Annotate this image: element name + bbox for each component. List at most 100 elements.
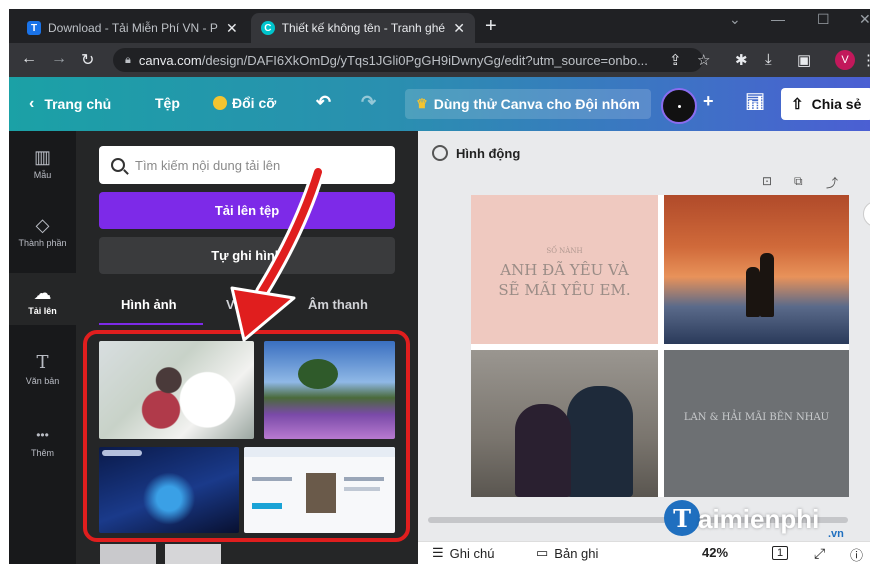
editor-footer: ☰ Ghi chú ▭ Bản ghi 42% 1 ⤢ ⓘ xyxy=(418,541,870,564)
side-expand-handle[interactable] xyxy=(863,201,870,227)
camera-icon: ▭ xyxy=(536,545,549,560)
insights-chart-icon[interactable]: 📊︎ xyxy=(745,92,765,112)
rail-label: Văn bản xyxy=(25,376,60,386)
design-page[interactable]: SỐ NÀNH ANH ĐÃ YÊU VÀ SẼ MÃI YÊU EM. LAN… xyxy=(471,195,849,497)
recording-button[interactable]: ▭ Bản ghi xyxy=(536,545,598,561)
close-tab-icon[interactable]: ✕ xyxy=(226,20,238,37)
maximize-icon[interactable]: ☐ xyxy=(817,11,830,28)
add-member-button[interactable]: + xyxy=(703,91,714,112)
uploaded-image-partial[interactable] xyxy=(165,544,221,564)
trial-label: Dùng thử Canva cho Đội nhóm xyxy=(433,96,640,112)
undo-icon[interactable]: ↶ xyxy=(316,92,331,113)
zoom-level[interactable]: 42% xyxy=(702,545,728,560)
coin-icon xyxy=(213,96,227,110)
uploaded-image-partial[interactable] xyxy=(100,544,156,564)
crown-icon: ♛ xyxy=(416,96,428,111)
chevron-left-icon: ‹ xyxy=(29,95,35,112)
url-path: /design/DAFI6XkOmDg/yTqs1JGli0PgGH9iDwny… xyxy=(201,52,648,68)
cloud-upload-icon: ☁ xyxy=(33,283,52,303)
canva-favicon-icon: C xyxy=(261,21,275,35)
person-shape xyxy=(515,404,571,497)
animate-icon xyxy=(432,145,448,161)
notes-label: Ghi chú xyxy=(449,545,495,561)
browser-tab-bar: T Download - Tải Miễn Phí VN - Ph ✕ C Th… xyxy=(9,9,870,43)
cell-quote-line: ANH ĐÃ YÊU VÀ xyxy=(500,261,629,279)
rail-label: Thêm xyxy=(30,448,54,458)
rail-item-more[interactable]: ••• Thêm xyxy=(9,425,76,465)
canva-header: ‹ Trang chủ Tệp Đổi cỡ ↶ ↷ ♛ Dùng thử Ca… xyxy=(9,77,870,131)
file-menu-button[interactable]: Tệp xyxy=(155,95,180,111)
browser-tab-canva[interactable]: C Thiết kế không tên - Tranh ghép ✕ xyxy=(251,13,475,43)
collage-photo-couple-embrace[interactable] xyxy=(471,350,658,497)
cell-quote-line: SẼ MÃI YÊU EM. xyxy=(498,281,631,299)
lock-icon: 🔒︎ xyxy=(125,53,131,66)
home-button[interactable]: ‹ Trang chủ xyxy=(29,95,111,113)
collage-text-cell[interactable]: LAN & HẢI MÃI BÊN NHAU xyxy=(664,350,849,497)
url-host: canva.com xyxy=(138,52,202,68)
rail-item-text[interactable]: T Văn bản xyxy=(9,353,76,393)
page-count[interactable]: 1 xyxy=(772,546,789,560)
resize-button[interactable]: Đổi cỡ xyxy=(213,95,276,111)
user-avatar[interactable] xyxy=(661,88,697,124)
profile-avatar[interactable]: V xyxy=(835,50,855,70)
rail-item-elements[interactable]: ◇ Thành phần xyxy=(9,215,76,255)
close-tab-icon[interactable]: ✕ xyxy=(453,20,465,37)
animate-button[interactable]: Hình động xyxy=(432,145,520,161)
cell-caption: LAN & HẢI MÃI BÊN NHAU xyxy=(683,412,830,423)
collage-photo-sunset-couple[interactable] xyxy=(664,195,849,344)
watermark-logo: T aimienphi .vn xyxy=(664,500,864,542)
search-placeholder: Tìm kiếm nội dung tải lên xyxy=(135,157,281,173)
silhouette-shape xyxy=(760,253,774,317)
url-field[interactable]: 🔒︎ canva.com/design/DAFI6XkOmDg/yTqs1JGl… xyxy=(113,48,703,72)
notes-button[interactable]: ☰ Ghi chú xyxy=(432,545,494,561)
reload-icon[interactable]: ↻ xyxy=(81,50,94,70)
back-icon[interactable]: ← xyxy=(21,50,37,68)
download-favicon-icon: T xyxy=(27,21,41,35)
close-window-icon[interactable]: ✕ xyxy=(859,11,870,28)
lock-page-icon[interactable]: ⊡ xyxy=(762,174,772,188)
rail-label: Tải lên xyxy=(28,306,57,316)
silhouette-shape xyxy=(746,267,760,317)
download-icon[interactable]: ⤓ xyxy=(765,51,772,68)
search-input[interactable]: Tìm kiếm nội dung tải lên xyxy=(99,146,395,184)
tab-videos[interactable]: Video xyxy=(226,297,261,312)
rail-item-uploads[interactable]: ☁ Tải lên xyxy=(9,273,76,325)
person-shape xyxy=(567,386,633,497)
share-button[interactable]: ⇧ Chia sẻ xyxy=(781,88,870,120)
watermark-suffix: .vn xyxy=(828,528,844,540)
share-page-icon[interactable]: ⇪ xyxy=(669,51,682,69)
rail-label: Mẫu xyxy=(33,170,52,180)
recording-label: Bản ghi xyxy=(554,545,599,561)
extensions-icon[interactable]: ✱ xyxy=(735,51,748,69)
menu-icon[interactable]: ⋮ xyxy=(861,51,870,69)
notes-icon: ☰ xyxy=(432,545,444,560)
record-yourself-button[interactable]: Tự ghi hình xyxy=(99,237,395,274)
templates-icon: ▥ xyxy=(33,147,51,167)
tab-audio[interactable]: Âm thanh xyxy=(308,297,368,312)
uploads-panel: Tìm kiếm nội dung tải lên Tải lên tệp Tự… xyxy=(76,131,418,564)
canvas-area: Hình động ⊡ ⧉ ⤴ SỐ NÀNH ANH ĐÃ YÊU VÀ SẼ… xyxy=(418,131,870,541)
team-trial-button[interactable]: ♛ Dùng thử Canva cho Đội nhóm xyxy=(405,89,651,119)
duplicate-page-icon[interactable]: ⧉ xyxy=(794,174,803,189)
new-tab-button[interactable]: + xyxy=(485,15,497,38)
side-rail: ▥ Mẫu ◇ Thành phần ☁ Tải lên T Văn bản •… xyxy=(9,131,76,564)
bookmark-star-icon[interactable]: ☆ xyxy=(697,51,710,69)
upload-files-button[interactable]: Tải lên tệp xyxy=(99,192,395,229)
watermark-initial: T xyxy=(664,500,700,536)
help-icon[interactable]: ⓘ xyxy=(850,545,863,564)
sidebar-icon[interactable]: ▣ xyxy=(797,51,811,69)
minimize-icon[interactable]: — xyxy=(771,11,785,27)
collage-text-cell[interactable]: SỐ NÀNH ANH ĐÃ YÊU VÀ SẼ MÃI YÊU EM. xyxy=(471,195,658,344)
forward-icon[interactable]: → xyxy=(51,50,67,68)
browser-tab-download[interactable]: T Download - Tải Miễn Phí VN - Ph ✕ xyxy=(17,13,249,43)
elements-icon: ◇ xyxy=(35,215,50,235)
cell-small-caption: SỐ NÀNH xyxy=(546,247,583,255)
more-dots-icon: ••• xyxy=(36,428,49,442)
add-page-icon[interactable]: ⤴ xyxy=(826,174,838,191)
redo-icon[interactable]: ↷ xyxy=(361,92,376,113)
resize-label: Đổi cỡ xyxy=(232,95,277,111)
fullscreen-icon[interactable]: ⤢ xyxy=(814,545,825,562)
rail-item-templates[interactable]: ▥ Mẫu xyxy=(9,147,76,187)
tab-search-icon[interactable]: ⌄ xyxy=(729,11,741,28)
tab-images[interactable]: Hình ảnh xyxy=(121,297,177,312)
